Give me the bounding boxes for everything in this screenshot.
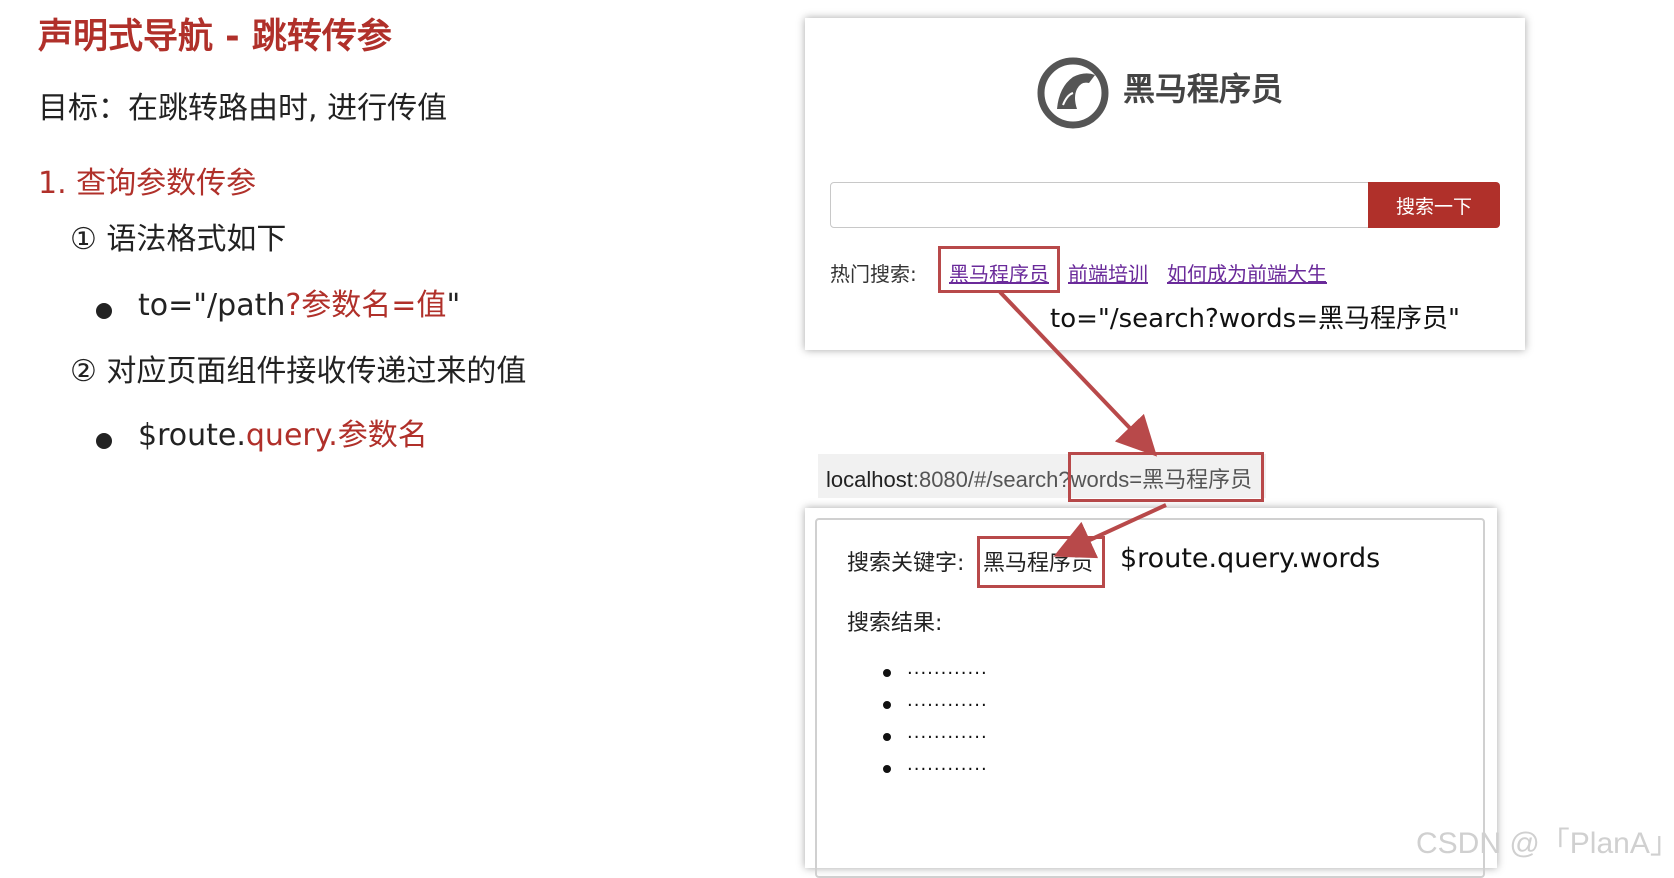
arrow-to-url xyxy=(998,290,1158,457)
watermark: CSDN @「PlanA」 xyxy=(1416,827,1674,860)
arrow-to-keyword xyxy=(1053,503,1167,559)
annotation-arrows xyxy=(998,290,1167,559)
